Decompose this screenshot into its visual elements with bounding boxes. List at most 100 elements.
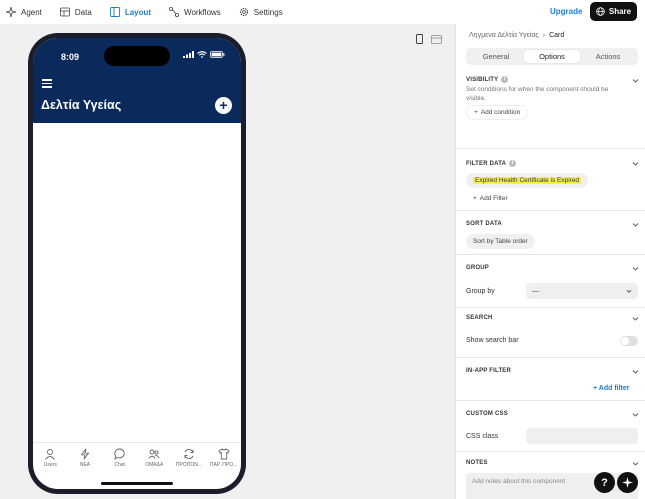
wifi-icon [197,51,207,58]
visibility-description: Set conditions for when the component sh… [466,86,609,102]
phone-view-icon[interactable] [416,31,423,49]
search-bar-toggle[interactable] [620,336,638,346]
section-title[interactable]: CUSTOM CSS [466,411,508,417]
css-class-input[interactable] [526,428,638,444]
gear-icon [239,7,248,17]
filter-label: Expired Health Certificate is Expired [473,177,582,184]
plus-icon: + [474,109,478,116]
chevron-down-icon[interactable] [632,221,639,228]
add-condition-button[interactable]: + Add condition [466,105,529,120]
phone-tab-bar: Users ΝΕΑ Chat ΟΜΑΔΑ ΠΡΟΠΟΝ... ΠΑΡ. ΠΡΟ.… [33,442,241,480]
nav-item-workflows[interactable]: Workflows [169,0,221,24]
sort-by-chip[interactable]: Sort by Table order [466,234,535,249]
nav-item-agent[interactable]: Agent [6,0,42,24]
nav-item-data[interactable]: Data [60,0,92,24]
custom-css-section: CUSTOM CSS CSS class [456,401,645,452]
globe-icon [596,7,605,16]
nav-label: Layout [124,7,152,17]
filter-chip[interactable]: Expired Health Certificate is Expired [466,173,589,188]
menu-icon[interactable] [42,79,52,90]
info-icon: i [509,160,517,167]
button-label: Add Filter [479,195,508,202]
panel-tabs: General Options Actions [466,48,638,65]
phone-frame: 8:09 Δελτία Υγείας + Users ΝΕΑ Chat ΟΜΑΔ… [28,33,246,494]
chevron-down-icon[interactable] [632,315,639,322]
css-class-label: CSS class [466,433,499,440]
chip-label: Sort by Table order [473,238,528,245]
tab-label: ΝΕΑ [79,462,91,468]
tab-users[interactable]: Users [34,448,67,480]
nav-label: Data [74,7,92,17]
info-icon: i [501,76,509,83]
sparkle-icon [6,7,16,17]
section-title[interactable]: NOTES [466,460,488,466]
share-label: Share [608,7,632,16]
nav-label: Settings [253,7,283,17]
plus-icon: + [473,195,477,202]
tab-label: Chat [114,462,125,468]
section-title[interactable]: SEARCH [466,315,493,321]
layout-icon [109,7,120,17]
tab-group[interactable]: ΟΜΑΔΑ [138,448,171,480]
battery-icon [210,51,225,58]
upgrade-link[interactable]: Upgrade [550,7,582,16]
home-indicator [101,482,173,485]
share-button[interactable]: Share [590,2,637,21]
signal-icon [183,51,194,58]
section-title[interactable]: SORT DATA [466,221,502,227]
breadcrumb-parent[interactable]: Ληγμενα Δελτία Υγείας [469,32,539,39]
properties-panel: Ληγμενα Δελτία Υγείας › Card General Optio… [455,24,645,499]
screen-title: Δελτία Υγείας [41,98,122,112]
tablet-view-icon[interactable] [431,31,442,49]
chevron-down-icon[interactable] [632,77,639,84]
tab-actions[interactable]: Actions [580,50,636,63]
section-title-text: VISIBILITY [466,76,499,83]
search-section: SEARCH Show search bar [456,308,645,358]
tab-label: ΠΡΟΠΟΝ... [175,462,203,468]
section-title[interactable]: VISIBILITY i [466,76,509,83]
refresh-icon [184,449,194,459]
chevron-down-icon[interactable] [632,160,639,167]
workflow-icon [169,7,180,17]
add-filter-button[interactable]: + Add Filter [466,191,515,206]
show-search-bar-label: Show search bar [466,337,519,344]
chat-icon [113,448,125,460]
bolt-icon [80,448,90,460]
filter-data-section: FILTER DATA i Expired Health Certificate… [456,149,645,211]
tab-chat[interactable]: Chat [103,448,136,480]
user-icon [45,449,56,460]
chevron-down-icon[interactable] [632,368,639,375]
nav-label: Agent [21,7,42,17]
section-title[interactable]: GROUP [466,265,489,271]
dynamic-island [104,46,170,66]
button-label: Add filter [598,385,630,392]
add-item-button[interactable]: + [215,97,232,114]
tab-nea[interactable]: ΝΕΑ [68,448,101,480]
chevron-down-icon[interactable] [632,460,639,467]
tab-general[interactable]: General [468,50,524,63]
breadcrumb: Ληγμενα Δελτία Υγείας › Card [469,32,564,39]
nav-item-layout[interactable]: Layout [109,0,152,24]
group-by-select[interactable]: — [526,283,638,299]
device-toggle [416,31,442,49]
top-nav-bar: Agent Data Layout Workflows Settings Upg… [0,0,645,24]
group-section: GROUP Group by — [456,255,645,308]
section-title[interactable]: FILTER DATA i [466,160,517,167]
help-button[interactable]: ? [594,472,615,493]
sparkle-icon [622,477,633,488]
chevron-down-icon[interactable] [632,411,639,418]
section-title[interactable]: IN-APP FILTER [466,368,511,374]
chevron-down-icon[interactable] [632,265,639,272]
nav-item-settings[interactable]: Settings [239,0,283,24]
tab-equipment[interactable]: ΠΑΡ. ΠΡΟ... [207,448,240,480]
ai-assistant-button[interactable] [617,472,638,493]
tab-label: Users [43,462,57,468]
tab-training[interactable]: ΠΡΟΠΟΝ... [172,448,205,480]
chevron-down-icon [626,289,632,293]
tab-label: ΠΑΡ. ΠΡΟ... [209,462,238,468]
phone-screen: 8:09 Δελτία Υγείας + Users ΝΕΑ Chat ΟΜΑΔ… [33,38,241,489]
tab-options[interactable]: Options [524,50,580,63]
shirt-icon [218,448,230,460]
table-icon [60,7,70,17]
add-in-app-filter-button[interactable]: + Add filter [593,385,630,392]
